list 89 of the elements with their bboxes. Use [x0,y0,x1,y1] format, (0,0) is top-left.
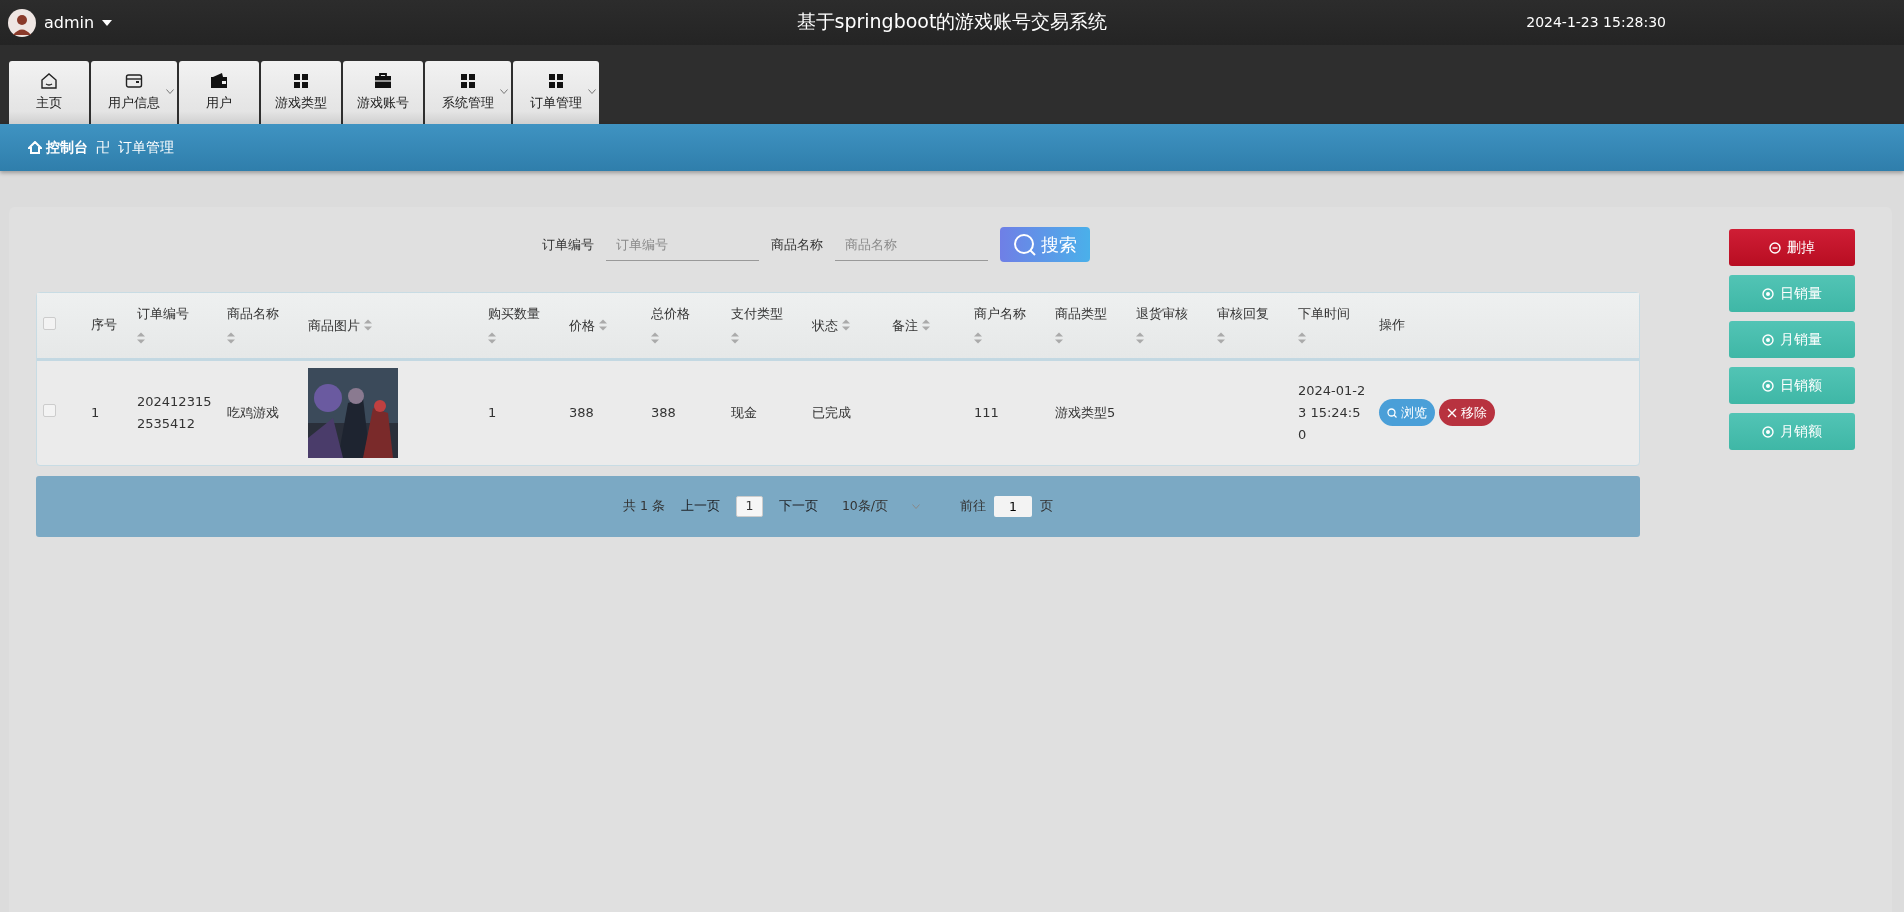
table-cell: 2024123152535412 [137,393,212,431]
total-count: 共 1 条 [623,497,665,516]
column-header: 商品名称 [227,305,279,321]
checkbox[interactable] [43,403,56,417]
home-icon [40,72,58,91]
user-name[interactable]: admin [44,10,95,35]
column-header: 退货审核 [1136,305,1188,321]
sort-icon[interactable] [599,319,607,332]
sort-icon[interactable] [1136,331,1144,344]
column-header: 总价格 [651,305,690,321]
grid-icon [292,72,310,91]
target-icon [1762,287,1774,300]
nav-tab[interactable]: 主页 [9,61,89,124]
sort-icon[interactable] [731,331,739,344]
field-label: 订单编号 [542,235,594,254]
column-header: 下单时间 [1298,305,1350,321]
column-header: 序号 [91,315,117,334]
goto-label: 前往 [960,497,986,516]
page-input[interactable]: 1 [994,496,1032,517]
column-header: 备注 [892,316,918,335]
table-cell: 111 [974,404,999,420]
grid-icon [547,72,565,91]
sort-icon[interactable] [922,319,930,332]
target-icon [1762,425,1774,438]
nav-tab[interactable]: 订单管理 [513,61,599,124]
caret-icon[interactable] [102,18,113,27]
table-cell: 388 [651,404,676,420]
nav-tab[interactable]: 游戏类型 [261,61,341,124]
table-cell: 2024-01-23 15:24:50 [1298,382,1366,442]
search-field[interactable]: 订单编号 [606,228,759,261]
briefcase-icon [374,72,392,91]
nav-tab[interactable]: 用户 [179,61,259,124]
table-cell: 已完成 [812,404,851,420]
table-cell: 1 [488,404,497,420]
minus-circle-icon [1769,241,1781,254]
prev-page-link[interactable]: 上一页 [680,497,720,516]
table-cell: 1 [91,404,100,420]
wallet-icon [210,72,228,91]
breadcrumb-current: 订单管理 [118,138,174,158]
column-header: 购买数量 [488,305,540,321]
column-header: 商品类型 [1055,305,1107,321]
nav-tab[interactable]: 系统管理 [425,61,511,124]
home-icon [28,141,42,154]
checkbox[interactable] [43,316,56,330]
column-header: 状态 [812,316,838,335]
remove-button[interactable]: 移除 [1439,399,1495,427]
field-label: 商品名称 [771,235,823,254]
table-cell: 现金 [731,404,757,420]
page-size-select[interactable]: 10条/页 [841,497,920,516]
breadcrumb-home-link[interactable]: 控制台 [28,137,88,158]
close-icon [1447,407,1457,418]
sort-icon[interactable] [227,331,235,344]
sort-icon[interactable] [488,331,496,344]
page-button[interactable]: 1 [735,496,763,517]
sort-icon[interactable] [1217,331,1225,344]
goto-suffix: 页 [1040,497,1053,516]
sort-icon[interactable] [842,319,850,332]
column-header: 支付类型 [731,305,783,321]
table-cell: 388 [569,404,594,420]
chevron-icon [912,503,920,510]
column-header: 商户名称 [974,305,1026,321]
avatar-icon[interactable] [8,8,36,37]
sort-icon[interactable] [1055,331,1063,344]
target-icon [1762,333,1774,346]
sort-icon[interactable] [1298,331,1306,344]
column-header: 订单编号 [137,305,189,321]
search-icon [1013,232,1037,257]
nav-tab[interactable]: 用户信息 [91,61,177,124]
grid-icon [459,72,477,91]
sort-icon[interactable] [651,331,659,344]
column-header: 审核回复 [1217,305,1269,321]
sort-icon[interactable] [974,331,982,344]
date-time: 2024-1-23 15:28:30 [1526,13,1666,32]
search-field[interactable]: 商品名称 [835,228,988,261]
sort-icon[interactable] [137,331,145,344]
table-cell: 吃鸡游戏 [227,404,279,420]
next-page-link[interactable]: 下一页 [778,497,818,516]
breadcrumb-separator: 卍 [96,138,110,158]
column-header: 操作 [1379,315,1405,334]
nav-tab[interactable]: 游戏账号 [343,61,423,124]
card-icon [125,72,143,91]
delete-button[interactable]: 删掉 [1729,229,1855,266]
column-header: 价格 [569,316,595,335]
search-icon [1387,407,1397,418]
target-icon [1762,379,1774,392]
app-title: 基于springboot的游戏账号交易系统 [796,10,1108,32]
table-cell: 游戏类型5 [1055,404,1116,420]
sort-icon[interactable] [364,319,372,332]
column-header: 商品图片 [308,316,360,335]
